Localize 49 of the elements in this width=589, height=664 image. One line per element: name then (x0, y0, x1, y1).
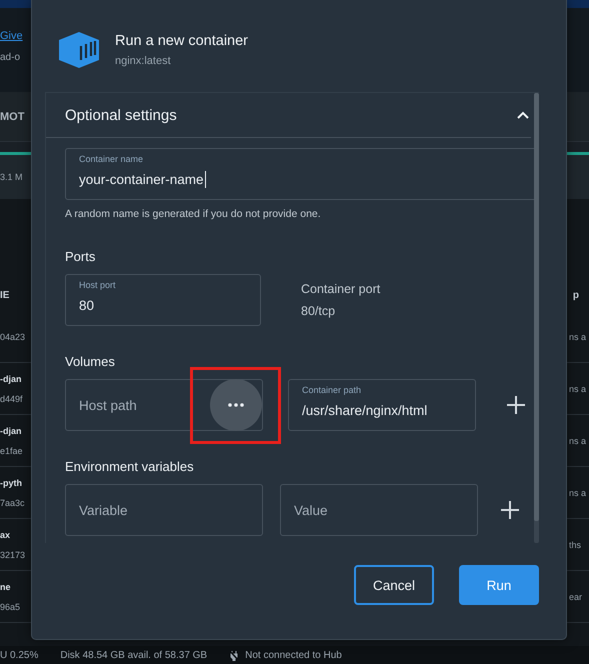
cancel-button[interactable]: Cancel (354, 565, 434, 605)
section-header[interactable]: Optional settings (46, 93, 531, 138)
plus-icon (501, 501, 519, 519)
container-name: -djan (0, 426, 22, 436)
section-heading: Ports (65, 249, 96, 264)
section-heading: Volumes (65, 354, 115, 369)
page-subtitle: ad-o (0, 52, 20, 63)
unplugged-icon (229, 650, 240, 660)
container-name: -djan (0, 374, 22, 384)
scrollbar[interactable] (534, 93, 539, 543)
hub-status: Not connected to Hub (245, 650, 342, 660)
created-time: ns a (569, 488, 588, 498)
column-header: p (572, 290, 580, 300)
container-port-label: Container port (301, 282, 380, 296)
container-name: -pyth (0, 478, 22, 488)
tab[interactable]: MOT (0, 110, 24, 122)
image-name: nginx:latest (115, 55, 171, 67)
plus-icon (507, 396, 525, 414)
container-name: ne (0, 582, 11, 592)
created-time: ear (569, 592, 584, 602)
section-heading: Environment variables (65, 459, 194, 474)
container-icon (59, 32, 99, 68)
container-id: 96a5 (0, 602, 20, 612)
container-id: 32173 (0, 550, 26, 560)
input-field[interactable]: Container path /usr/share/nginx/html (288, 379, 476, 431)
created-time: ns a (569, 384, 588, 394)
container-name: ax (0, 530, 10, 540)
add-button[interactable] (501, 501, 519, 519)
container-id: e1fae (0, 446, 23, 456)
input-field[interactable]: Host port 80 (65, 274, 261, 326)
container-port-value: 80/tcp (301, 304, 336, 318)
column-header: IE (0, 290, 10, 300)
input-field[interactable]: Variable (65, 484, 263, 536)
input-field[interactable]: Value (280, 484, 478, 536)
add-button[interactable] (507, 396, 525, 414)
disk-usage: Disk 48.54 GB avail. of 58.37 GB (60, 650, 208, 660)
stat-value: 3.1 M (0, 172, 23, 182)
chevron-up-icon (517, 111, 529, 119)
created-time: ns a (569, 436, 588, 446)
container-id: 04a23 (0, 332, 26, 342)
cpu-usage: U 0.25% (0, 650, 38, 660)
link[interactable]: Give (0, 30, 23, 42)
created-time: ths (569, 540, 582, 550)
help-text: A random name is generated if you do not provide one. (65, 208, 321, 220)
dialog-title: Run a new container (115, 33, 248, 49)
container-id: d449f (0, 394, 23, 404)
more-icon (228, 403, 244, 407)
created-time: ns a (569, 332, 588, 342)
container-id: 7aa3c (0, 498, 25, 508)
